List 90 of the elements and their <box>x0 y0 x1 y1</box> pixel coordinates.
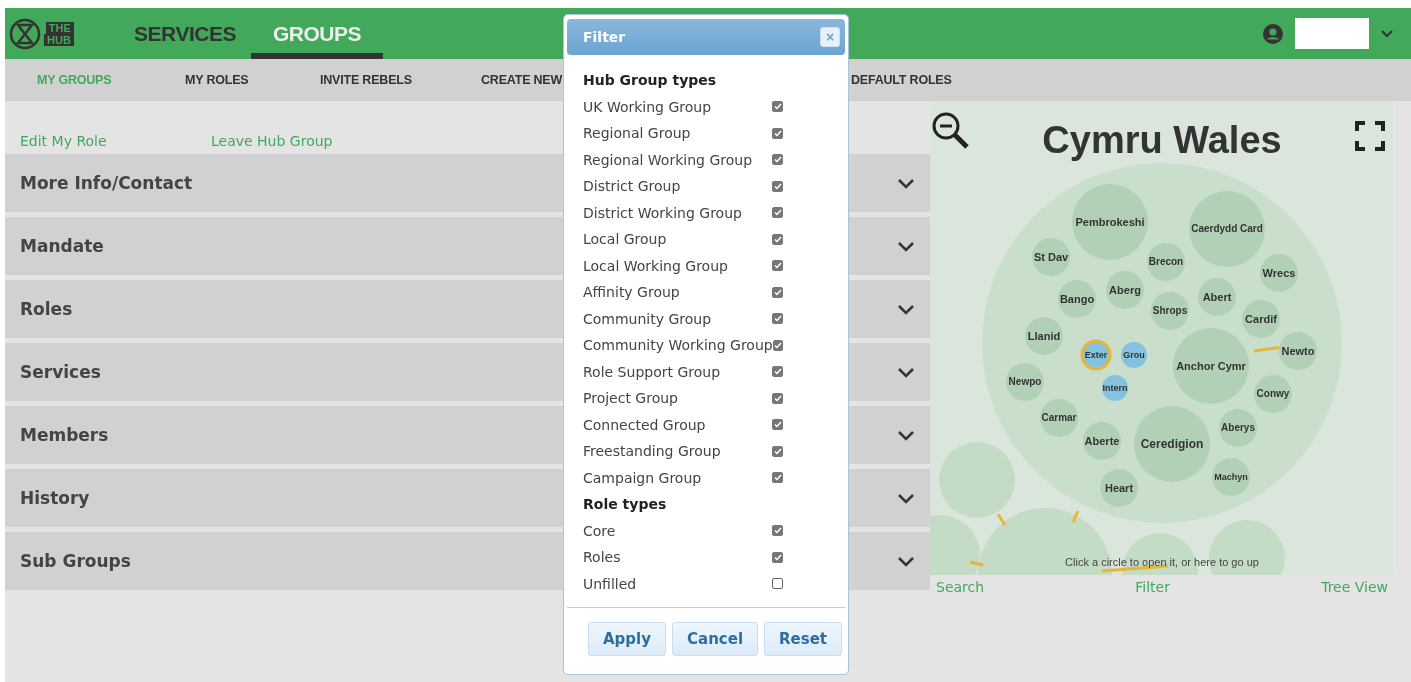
option-label: Roles <box>583 549 621 566</box>
dialog-button[interactable]: Apply <box>588 622 666 656</box>
connector-line <box>1071 510 1080 523</box>
option-label: UK Working Group <box>583 98 712 115</box>
section-title: Roles <box>20 299 73 319</box>
logo-text: THE <box>45 21 74 34</box>
circle-label: Cardif <box>1245 312 1277 325</box>
group-circle[interactable] <box>1279 332 1317 370</box>
checkbox[interactable] <box>772 445 783 457</box>
group-heading: Role types <box>583 495 668 515</box>
option-label: Affinity Group <box>583 284 680 301</box>
circle-label: Abert <box>1202 290 1232 303</box>
connector-line <box>996 513 1007 526</box>
option-label: Connected Group <box>583 416 706 433</box>
circle-label: Anchor Cymr <box>1176 359 1246 372</box>
circle-label: Pembrokeshi <box>1075 215 1145 228</box>
map-hint[interactable]: Click a circle to open it, or here to go up <box>1065 556 1259 568</box>
dialog-button[interactable]: Cancel <box>672 622 759 656</box>
zoom-out-icon[interactable] <box>931 111 971 151</box>
logo-icon <box>9 17 41 50</box>
option-label: Role Support Group <box>583 363 721 380</box>
option-label: Freestanding Group <box>583 443 721 460</box>
checkbox[interactable] <box>772 366 783 378</box>
checkbox[interactable] <box>772 180 783 192</box>
circle-label: Bango <box>1059 292 1095 305</box>
circle-label: Machyn <box>1214 472 1248 482</box>
nav-tab[interactable]: SERVICES <box>119 8 251 59</box>
sub-nav-item[interactable]: DEFAULT ROLES <box>851 73 971 87</box>
dialog-title: Filter <box>583 29 626 45</box>
circle-label: Exter <box>1084 350 1108 360</box>
option-label: District Group <box>583 178 681 195</box>
checkbox[interactable] <box>772 419 783 431</box>
map-title: Cymru Wales <box>1042 119 1282 161</box>
circle-label: Aberg <box>1109 283 1141 296</box>
checkbox[interactable] <box>772 127 783 139</box>
fullscreen-icon[interactable] <box>1355 121 1385 151</box>
checkbox[interactable] <box>772 286 783 298</box>
circle-label: Llanid <box>1027 329 1061 342</box>
checkbox[interactable] <box>772 472 783 484</box>
checkbox[interactable] <box>772 154 783 166</box>
circle-label: Carmar <box>1041 412 1077 424</box>
circle-label: Ceredigion <box>1140 437 1204 451</box>
circle-label: Brecon <box>1148 256 1184 268</box>
circle-label: Caerdydd Card <box>1191 223 1263 235</box>
option-label: Community Group <box>583 310 712 327</box>
circle-label: Heart <box>1104 481 1134 494</box>
group-circle[interactable] <box>1121 342 1147 368</box>
option-label: Campaign Group <box>583 469 702 486</box>
option-label: Unfilled <box>583 575 637 592</box>
checkbox[interactable] <box>772 525 783 537</box>
group-heading: Hub Group types <box>583 71 718 91</box>
section-title: More Info/Contact <box>20 173 193 193</box>
checkbox[interactable] <box>772 578 783 590</box>
checkbox[interactable] <box>772 207 783 219</box>
user-icon[interactable] <box>1263 23 1283 44</box>
circle-label: Newpo <box>1008 376 1042 388</box>
section-title: Services <box>20 362 101 382</box>
option-label: Regional Working Group <box>583 151 753 168</box>
section-title: Sub Groups <box>20 551 131 571</box>
checkbox[interactable] <box>772 339 783 351</box>
chevron-down-icon[interactable] <box>1381 29 1393 38</box>
circle-label: Wrecs <box>1262 266 1296 279</box>
circle-label: Conwy <box>1256 388 1290 400</box>
group-circle[interactable] <box>1189 191 1265 267</box>
circle-label: Grou <box>1123 350 1145 360</box>
group-circle[interactable] <box>1080 339 1112 371</box>
dialog-button[interactable]: Reset <box>764 622 843 656</box>
checkbox[interactable] <box>772 392 783 404</box>
circle-label: Shrops <box>1152 305 1188 317</box>
group-circle[interactable] <box>1072 184 1148 260</box>
group-circle[interactable] <box>1102 375 1128 401</box>
connector-line <box>969 560 984 567</box>
circle-label: Aberys <box>1221 422 1255 434</box>
sub-nav-item[interactable]: MY ROLES <box>185 73 320 87</box>
circle-label: St Dav <box>1033 250 1069 263</box>
section-title: Mandate <box>20 236 104 256</box>
circle-label: Newto <box>1281 344 1315 357</box>
option-label: Local Group <box>583 231 667 248</box>
checkbox[interactable] <box>772 551 783 563</box>
checkbox[interactable] <box>772 101 783 113</box>
checkbox[interactable] <box>772 233 783 245</box>
option-label: Regional Group <box>583 125 691 142</box>
circle-label: Intern <box>1102 383 1128 393</box>
option-label: Local Working Group <box>583 257 728 274</box>
sub-nav-item[interactable]: INVITE REBELS <box>320 73 481 87</box>
section-title: History <box>20 488 90 508</box>
circle-label: Aberte <box>1084 434 1120 447</box>
checkbox[interactable] <box>772 313 783 325</box>
section-title: Members <box>20 425 109 445</box>
checkbox[interactable] <box>772 260 783 272</box>
